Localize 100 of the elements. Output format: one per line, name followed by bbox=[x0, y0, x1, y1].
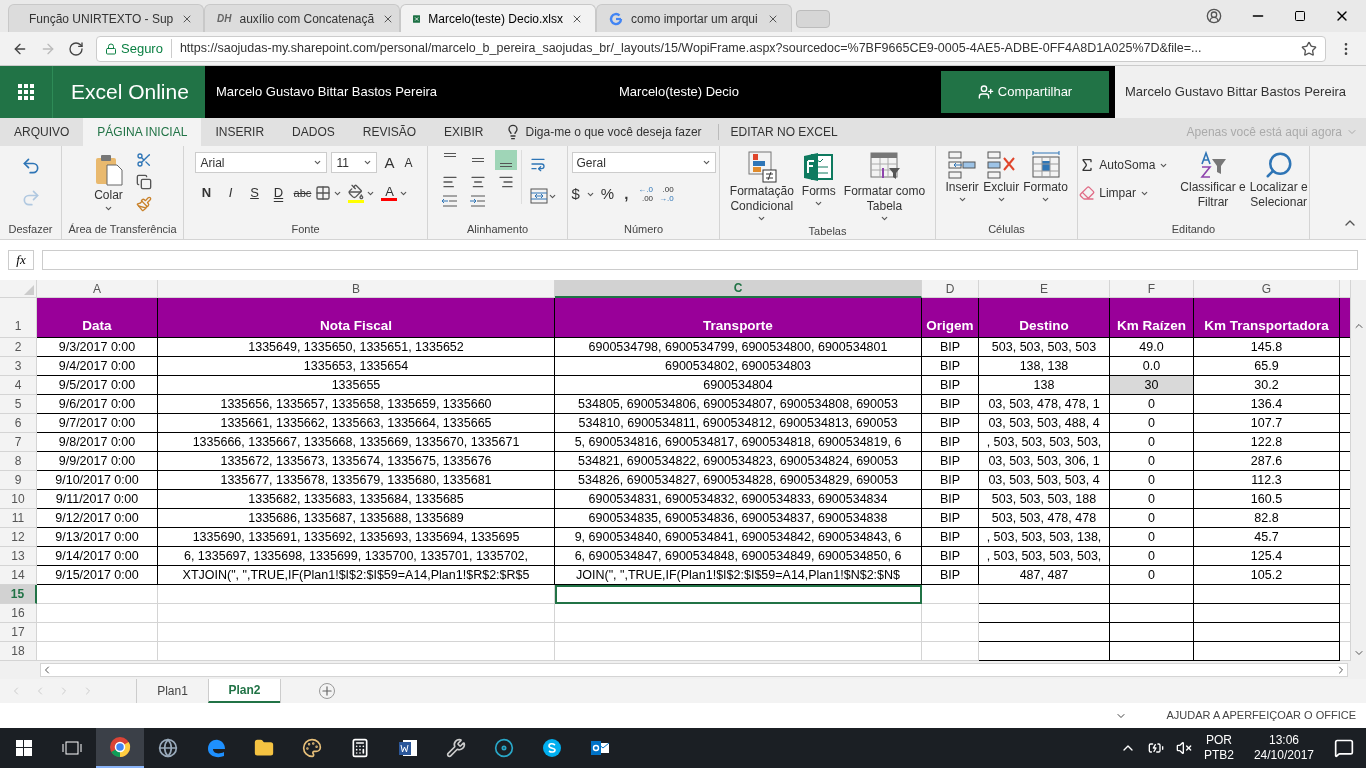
ribbon-tab[interactable]: EXIBIR bbox=[430, 118, 498, 146]
ribbon-tab[interactable]: PÁGINA INICIAL bbox=[83, 118, 202, 146]
column-header[interactable]: C bbox=[555, 280, 922, 298]
format-painter-icon[interactable] bbox=[135, 196, 152, 212]
caret-icon[interactable] bbox=[880, 214, 889, 223]
table-tool-button[interactable]: Forms bbox=[799, 150, 838, 208]
percent-button[interactable]: % bbox=[600, 183, 615, 206]
cells-tool-button[interactable]: Formato bbox=[1023, 150, 1068, 204]
ribbon-tab[interactable]: DADOS bbox=[278, 118, 349, 146]
app-launcher-button[interactable] bbox=[0, 66, 52, 118]
formula-field[interactable] bbox=[42, 250, 1358, 270]
fill-color-icon[interactable] bbox=[348, 183, 365, 200]
browser-tab[interactable]: Função UNIRTEXTO - Sup bbox=[8, 4, 204, 32]
font-name-dropdown[interactable]: Arial bbox=[195, 152, 328, 173]
copy-icon[interactable] bbox=[135, 174, 152, 190]
browser-tab[interactable]: como importar um arqui bbox=[596, 4, 792, 32]
font-style-button[interactable]: abc bbox=[291, 183, 314, 203]
caret-icon[interactable] bbox=[757, 214, 767, 223]
empty-cell bbox=[922, 623, 979, 642]
browser-tab[interactable]: DH auxílio com Concatenaçã bbox=[204, 4, 400, 32]
shrink-font-button[interactable]: A bbox=[401, 156, 416, 169]
caret-icon[interactable] bbox=[701, 158, 711, 167]
battery-icon[interactable] bbox=[1147, 740, 1164, 756]
language-indicator[interactable]: POR PTB2 bbox=[1203, 733, 1234, 763]
currency-button[interactable]: $ bbox=[571, 183, 580, 206]
merge-icon[interactable] bbox=[529, 188, 548, 204]
caret-icon[interactable] bbox=[313, 158, 323, 167]
vertical-align-button[interactable] bbox=[494, 150, 517, 170]
ribbon-tab[interactable]: ARQUIVO bbox=[0, 118, 84, 146]
table-cell: 03, 503, 503, 503, 4 bbox=[979, 471, 1110, 490]
user-add-icon bbox=[977, 84, 994, 100]
decrease-indent-icon bbox=[440, 194, 459, 208]
comma-button[interactable]: , bbox=[620, 183, 633, 206]
font-style-button[interactable]: N bbox=[195, 183, 218, 203]
align-right-icon[interactable] bbox=[497, 174, 514, 190]
cells-tool-button[interactable]: Inserir bbox=[945, 150, 980, 204]
caret-icon[interactable] bbox=[104, 204, 113, 213]
decrease-decimal-button[interactable]: .00 →.0 bbox=[659, 185, 674, 204]
align-lines-icon bbox=[499, 163, 512, 167]
group-label: Número bbox=[623, 221, 664, 237]
caret-icon[interactable] bbox=[814, 199, 824, 208]
tell-me-field[interactable]: Diga-me o que você deseja fazer bbox=[497, 118, 710, 146]
sheet-tab[interactable]: Plan2 bbox=[208, 679, 280, 703]
caret-icon[interactable] bbox=[1041, 195, 1050, 204]
sort-filter-button[interactable]: Classificar e Filtrar bbox=[1180, 150, 1246, 210]
clock[interactable]: 13:06 24/10/2017 bbox=[1245, 733, 1322, 763]
number-format-dropdown[interactable]: Geral bbox=[571, 152, 716, 173]
table-tool-button[interactable]: Formatação Condicional bbox=[727, 150, 796, 223]
row-header[interactable]: 15 bbox=[0, 585, 37, 604]
ribbon-tab[interactable]: REVISÃO bbox=[348, 118, 431, 146]
undo-icon[interactable] bbox=[20, 156, 41, 176]
font-style-button[interactable]: S bbox=[243, 183, 266, 203]
browser-tab[interactable]: Marcelo(teste) Decio.xlsx bbox=[400, 4, 596, 32]
bookmark-icon[interactable] bbox=[1301, 40, 1317, 57]
autosum-button[interactable]: AutoSoma bbox=[1079, 156, 1169, 174]
edit-in-excel-tab[interactable]: EDITAR NO EXCEL bbox=[726, 118, 842, 146]
notifications-icon[interactable] bbox=[1334, 738, 1354, 758]
header-cell bbox=[1340, 298, 1350, 338]
row-header[interactable]: 17 bbox=[0, 623, 37, 642]
borders-icon[interactable] bbox=[315, 185, 332, 201]
caret-icon[interactable] bbox=[957, 195, 967, 204]
table-tool-button[interactable]: Formatar como Tabela bbox=[841, 150, 928, 223]
grow-font-button[interactable]: A bbox=[381, 155, 398, 170]
tab-title: como importar um arqui bbox=[631, 10, 758, 28]
group-label: Área de Transferência bbox=[68, 221, 177, 237]
table-cell: 1335682, 1335683, 1335684, 1335685 bbox=[158, 490, 555, 509]
paste-button[interactable]: Colar bbox=[93, 150, 124, 213]
font-color-button[interactable]: A bbox=[385, 185, 394, 198]
table-cell: 0 bbox=[1110, 433, 1194, 452]
caret-icon[interactable] bbox=[363, 158, 373, 167]
ribbon-tab[interactable]: INSERIR bbox=[201, 118, 279, 146]
font-style-button[interactable]: D bbox=[267, 183, 290, 203]
function-button[interactable]: fx bbox=[8, 250, 34, 270]
align-left-icon[interactable] bbox=[441, 174, 458, 190]
font-style-button[interactable]: I bbox=[219, 183, 242, 203]
find-select-button[interactable]: Localizar e Selecionar bbox=[1249, 150, 1308, 210]
maximize-icon[interactable] bbox=[1294, 10, 1306, 22]
font-size-dropdown[interactable]: 11 bbox=[331, 152, 378, 173]
reload-icon[interactable] bbox=[68, 40, 84, 57]
table-cell: 122.8 bbox=[1194, 433, 1340, 452]
share-button[interactable]: Compartilhar bbox=[941, 71, 1109, 113]
row-header[interactable]: 18 bbox=[0, 642, 37, 661]
table-cell: XTJOIN(", ",TRUE,IF(Plan1!$I$2:$I$59=A14,Plan1!$R$2:$R$5 bbox=[158, 566, 555, 585]
tab-title: Marcelo(teste) Decio.xlsx bbox=[428, 10, 563, 28]
cut-icon[interactable] bbox=[135, 152, 152, 168]
row-header[interactable]: 16 bbox=[0, 604, 37, 623]
document-icon bbox=[397, 737, 419, 759]
help-improve-link[interactable]: AJUDAR A APERFEIÇOAR O OFFICE bbox=[1166, 707, 1356, 724]
caret-icon[interactable] bbox=[996, 195, 1006, 204]
wrap-text-icon[interactable] bbox=[529, 156, 546, 172]
clear-button[interactable]: Limpar bbox=[1079, 184, 1169, 202]
increase-decimal-button[interactable]: ←.0 .00 bbox=[638, 185, 654, 204]
taskbar-app[interactable] bbox=[96, 728, 144, 768]
selected-cell[interactable] bbox=[555, 585, 922, 604]
profile-icon[interactable] bbox=[1206, 8, 1222, 24]
address-bar[interactable]: Seguro https://saojudas-my.sharepoint.com/personal/marcelo_b_pereira_saojudas_br/_layouts/15/WopiFrame.aspx?sourcedoc=%7BF9665CE9-0005-4AE5-ADBE-0FF4A8D1A025%7D&file=... bbox=[96, 35, 1326, 62]
align-center-icon[interactable] bbox=[469, 174, 486, 190]
cells-tool-button[interactable]: Excluir bbox=[983, 150, 1020, 204]
tab-title: Função UNIRTEXTO - Sup bbox=[29, 10, 174, 28]
mute-icon[interactable] bbox=[1175, 740, 1192, 756]
